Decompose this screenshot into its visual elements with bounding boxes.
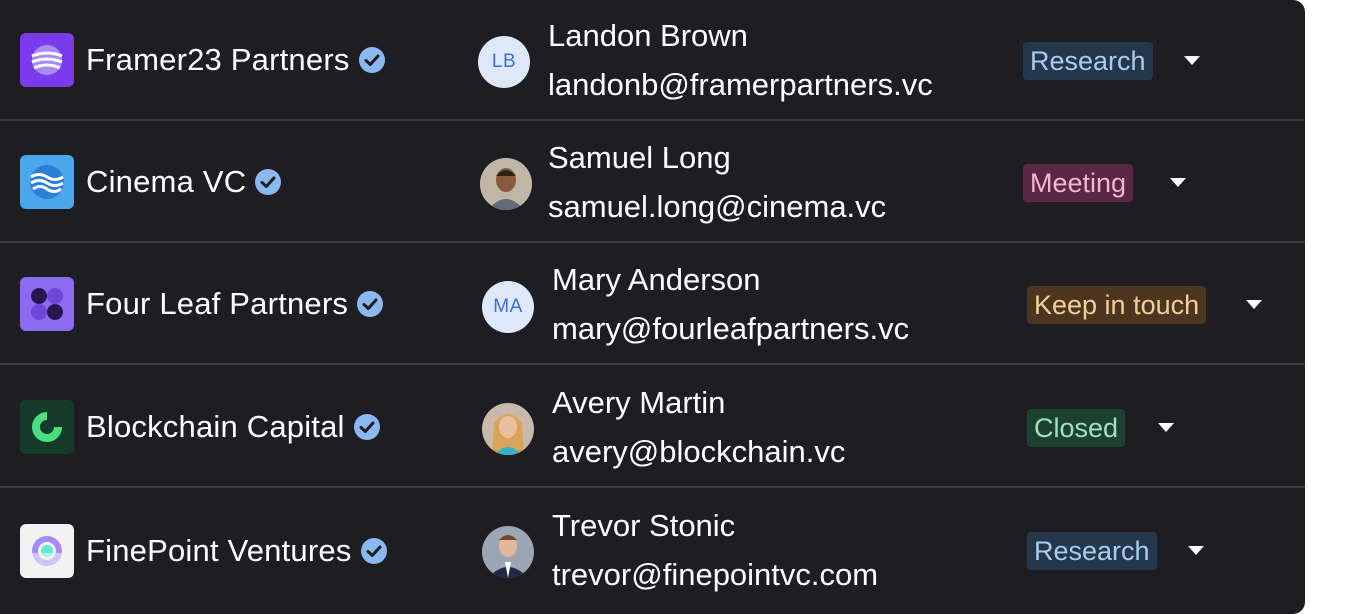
avatar — [480, 158, 532, 210]
verified-badge-icon — [356, 290, 384, 318]
table-row[interactable]: Framer23 Partners LB Landon Brown landon… — [0, 0, 1305, 121]
four-leaf-logo-icon — [20, 276, 74, 331]
investor-list: Framer23 Partners LB Landon Brown landon… — [0, 0, 1305, 614]
status-badge: Research — [1027, 532, 1157, 570]
contact-email: avery@blockchain.vc — [552, 434, 846, 469]
framer23-logo-icon — [20, 32, 74, 87]
avatar — [482, 526, 534, 578]
avatar: LB — [478, 36, 530, 88]
status-badge: Meeting — [1023, 164, 1134, 202]
company-cell: FinePoint Ventures — [20, 490, 388, 611]
company-cell: Four Leaf Partners — [20, 244, 384, 363]
contact-name: Mary Anderson — [552, 262, 761, 297]
chevron-down-icon[interactable] — [1184, 56, 1200, 65]
status-badge: Research — [1023, 42, 1153, 80]
contact-email: trevor@finepointvc.com — [552, 557, 879, 592]
avatar — [482, 403, 534, 455]
table-row[interactable]: Blockchain Capital Avery Martin avery@bl… — [0, 367, 1305, 488]
status-badge: Keep in touch — [1027, 286, 1207, 324]
company-name: Framer23 Partners — [86, 41, 350, 77]
company-cell: Framer23 Partners — [20, 0, 386, 119]
chevron-down-icon[interactable] — [1246, 300, 1262, 309]
company-name: Cinema VC — [86, 163, 247, 199]
table-row[interactable]: Cinema VC Samuel Long samuel.long@cinema… — [0, 122, 1305, 243]
table-row[interactable]: Four Leaf Partners MA Mary Anderson mary… — [0, 244, 1305, 365]
company-cell: Cinema VC — [20, 122, 282, 241]
contact-name: Avery Martin — [552, 385, 726, 420]
status-badge: Closed — [1027, 409, 1126, 447]
contact-name: Landon Brown — [548, 18, 748, 53]
contact-email: samuel.long@cinema.vc — [548, 189, 887, 224]
contact-name: Samuel Long — [548, 140, 731, 175]
chevron-down-icon[interactable] — [1170, 178, 1186, 187]
company-name: FinePoint Ventures — [86, 532, 352, 568]
verified-badge-icon — [360, 537, 388, 565]
cinema-vc-logo-icon — [20, 154, 74, 209]
company-cell: Blockchain Capital — [20, 367, 381, 486]
contact-email: landonb@framerpartners.vc — [548, 67, 933, 102]
chevron-down-icon[interactable] — [1188, 546, 1204, 555]
verified-badge-icon — [358, 46, 386, 74]
company-name: Four Leaf Partners — [86, 285, 349, 321]
chevron-down-icon[interactable] — [1158, 423, 1174, 432]
company-name: Blockchain Capital — [86, 408, 345, 444]
blockchain-capital-logo-icon — [20, 399, 74, 454]
contact-email: mary@fourleafpartners.vc — [552, 311, 910, 346]
verified-badge-icon — [353, 413, 381, 441]
verified-badge-icon — [254, 168, 282, 196]
contact-name: Trevor Stonic — [552, 508, 736, 543]
finepoint-logo-icon — [20, 523, 74, 578]
table-row[interactable]: FinePoint Ventures Trevor Stonic trevor@… — [0, 490, 1305, 611]
avatar: MA — [482, 281, 534, 333]
